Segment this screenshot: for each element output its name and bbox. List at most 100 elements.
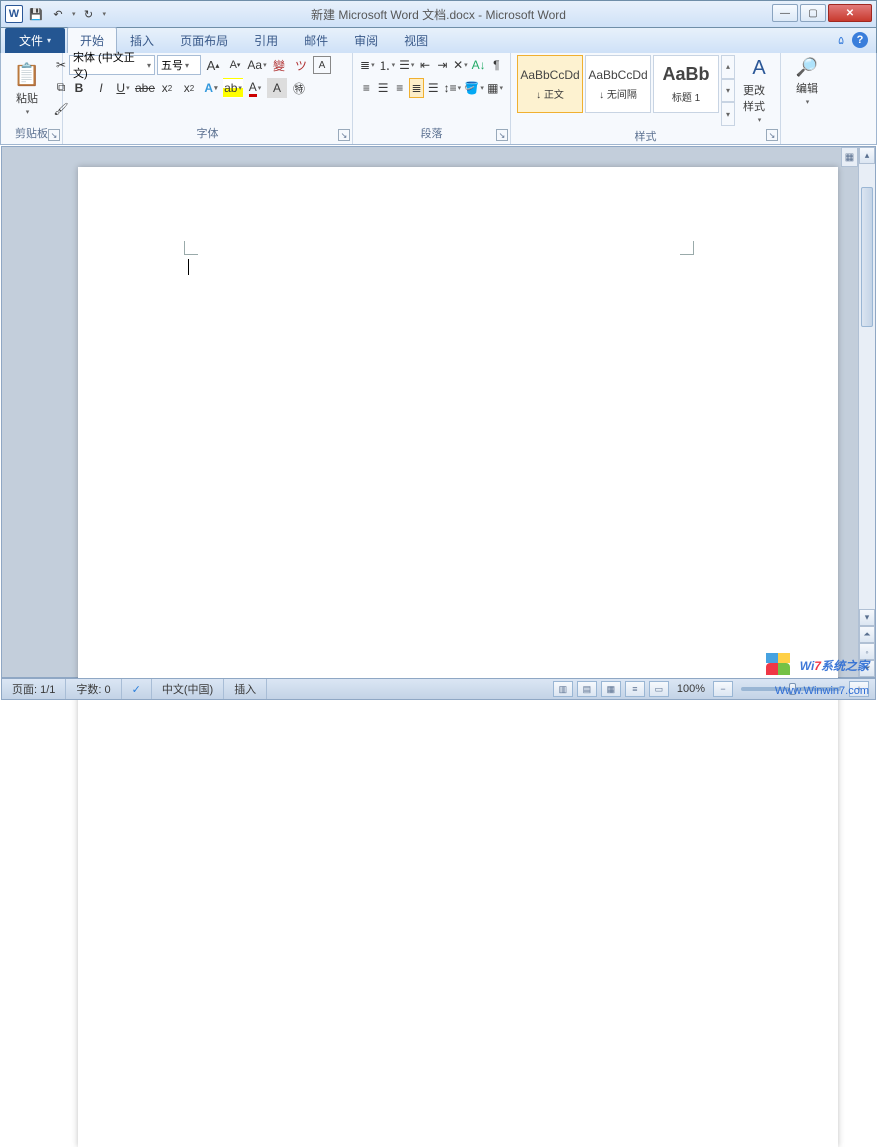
- paste-dropdown-icon[interactable]: ▾: [26, 108, 30, 116]
- shrink-font-icon[interactable]: A▾: [225, 55, 245, 75]
- zoom-out-icon[interactable]: −: [713, 681, 733, 697]
- ruler-toggle-icon[interactable]: ▦: [841, 147, 858, 167]
- document-page[interactable]: [78, 167, 838, 1147]
- font-size-combo[interactable]: 五号▾: [157, 55, 201, 75]
- file-tab[interactable]: 文件: [5, 28, 65, 53]
- decrease-indent-icon[interactable]: ⇤: [417, 55, 432, 75]
- view-full-screen-icon[interactable]: ▤: [577, 681, 597, 697]
- strikethrough-icon[interactable]: abe: [135, 78, 155, 98]
- bullets-icon[interactable]: ≣▾: [359, 55, 376, 75]
- text-effects-icon[interactable]: A▾: [201, 78, 221, 98]
- close-button[interactable]: ✕: [828, 4, 872, 22]
- editing-group-label: [787, 139, 819, 144]
- paragraph-launcher-icon[interactable]: ↘: [496, 129, 508, 141]
- asian-layout-icon[interactable]: ✕▾: [452, 55, 469, 75]
- subscript-icon[interactable]: x2: [157, 78, 177, 98]
- align-left-icon[interactable]: ≡: [359, 78, 374, 98]
- tab-page-layout[interactable]: 页面布局: [167, 27, 241, 53]
- multilevel-list-icon[interactable]: ☰▾: [398, 55, 415, 75]
- grow-font-icon[interactable]: A▴: [203, 55, 223, 75]
- next-page-icon[interactable]: ⏷: [859, 660, 875, 677]
- character-border-icon[interactable]: A: [313, 56, 331, 74]
- minimize-ribbon-icon[interactable]: ۵: [838, 34, 844, 47]
- styles-launcher-icon[interactable]: ↘: [766, 129, 778, 141]
- styles-down-icon[interactable]: ▾: [721, 79, 735, 103]
- character-shading-icon[interactable]: A: [267, 78, 287, 98]
- group-font: 宋体 (中文正文)▾ 五号▾ A▴ A▾ Aa▾ 變 ツ A B I U▾ ab…: [63, 53, 353, 144]
- tab-mailings[interactable]: 邮件: [291, 27, 341, 53]
- line-spacing-icon[interactable]: ↕≡▾: [443, 78, 463, 98]
- redo-icon[interactable]: ↻: [80, 5, 98, 23]
- paste-label: 粘贴: [16, 90, 38, 106]
- phonetic-guide-icon[interactable]: 變: [269, 55, 289, 75]
- tab-review[interactable]: 审阅: [341, 27, 391, 53]
- font-family-combo[interactable]: 宋体 (中文正文)▾: [69, 55, 155, 75]
- undo-icon[interactable]: ↶: [49, 5, 67, 23]
- justify-icon[interactable]: ≣: [409, 78, 424, 98]
- editing-button[interactable]: 🔎 编辑 ▾: [787, 55, 827, 108]
- save-icon[interactable]: 💾: [27, 5, 45, 23]
- show-hide-icon[interactable]: ¶: [489, 55, 504, 75]
- view-draft-icon[interactable]: ▭: [649, 681, 669, 697]
- styles-up-icon[interactable]: ▴: [721, 55, 735, 79]
- editing-dropdown-icon[interactable]: ▾: [806, 98, 810, 106]
- sort-icon[interactable]: A↓: [471, 55, 487, 75]
- tab-references[interactable]: 引用: [241, 27, 291, 53]
- minimize-button[interactable]: —: [772, 4, 798, 22]
- change-case-icon[interactable]: Aa▾: [247, 55, 267, 75]
- change-styles-button[interactable]: A 更改样式 ▾: [739, 55, 779, 126]
- group-styles: AaBbCcDd ↓ 正文 AaBbCcDd ↓ 无间隔 AaBb 标题 1 ▴…: [511, 53, 781, 144]
- paste-button[interactable]: 📋 粘贴 ▾: [7, 55, 47, 123]
- help-icon[interactable]: ?: [852, 32, 868, 48]
- view-web-layout-icon[interactable]: ▦: [601, 681, 621, 697]
- style-normal[interactable]: AaBbCcDd ↓ 正文: [517, 55, 583, 113]
- enclose-characters-icon[interactable]: ㊕: [289, 78, 309, 98]
- word-icon[interactable]: W: [5, 5, 23, 23]
- distributed-icon[interactable]: ☰: [426, 78, 441, 98]
- qat-customize-icon[interactable]: ▾: [103, 10, 107, 18]
- status-language[interactable]: 中文(中国): [152, 679, 224, 699]
- font-color-icon[interactable]: A▾: [245, 78, 265, 98]
- underline-icon[interactable]: U▾: [113, 78, 133, 98]
- zoom-level[interactable]: 100%: [677, 683, 705, 695]
- style-heading-1[interactable]: AaBb 标题 1: [653, 55, 719, 113]
- change-styles-icon: A: [752, 57, 765, 80]
- clear-formatting-icon[interactable]: ツ: [291, 55, 311, 75]
- scroll-thumb[interactable]: [861, 187, 873, 327]
- view-outline-icon[interactable]: ≡: [625, 681, 645, 697]
- status-page[interactable]: 页面: 1/1: [2, 679, 66, 699]
- tab-view[interactable]: 视图: [391, 27, 441, 53]
- shading-icon[interactable]: 🪣▾: [464, 78, 484, 98]
- borders-icon[interactable]: ▦▾: [486, 78, 504, 98]
- paragraph-group-label: 段落: [359, 123, 504, 144]
- maximize-button[interactable]: ▢: [800, 4, 826, 22]
- view-print-layout-icon[interactable]: ▥: [553, 681, 573, 697]
- browse-object-icon[interactable]: ◦: [859, 643, 875, 660]
- bold-icon[interactable]: B: [69, 78, 89, 98]
- align-right-icon[interactable]: ≡: [392, 78, 407, 98]
- align-center-icon[interactable]: ☰: [376, 78, 391, 98]
- change-styles-dropdown-icon[interactable]: ▾: [758, 116, 762, 124]
- increase-indent-icon[interactable]: ⇥: [435, 55, 450, 75]
- styles-gallery[interactable]: AaBbCcDd ↓ 正文 AaBbCcDd ↓ 无间隔 AaBb 标题 1 ▴…: [517, 55, 735, 126]
- font-launcher-icon[interactable]: ↘: [338, 129, 350, 141]
- highlight-icon[interactable]: ab▾: [223, 78, 243, 98]
- scroll-up-icon[interactable]: ▴: [859, 147, 875, 164]
- vertical-scrollbar[interactable]: ▴ ▾ ⏶ ◦ ⏷: [858, 147, 875, 677]
- style-heading-1-preview: AaBb: [662, 64, 709, 85]
- font-size-value: 五号: [161, 57, 183, 73]
- style-no-spacing-preview: AaBbCcDd: [588, 68, 647, 82]
- clipboard-launcher-icon[interactable]: ↘: [48, 129, 60, 141]
- styles-more-icon[interactable]: ▾: [721, 102, 735, 126]
- style-no-spacing[interactable]: AaBbCcDd ↓ 无间隔: [585, 55, 651, 113]
- scroll-down-icon[interactable]: ▾: [859, 609, 875, 626]
- italic-icon[interactable]: I: [91, 78, 111, 98]
- numbering-icon[interactable]: ⒈▾: [378, 55, 397, 75]
- status-words[interactable]: 字数: 0: [66, 679, 121, 699]
- status-insert-mode[interactable]: 插入: [224, 679, 267, 699]
- undo-dropdown-icon[interactable]: ▾: [72, 10, 76, 18]
- margin-marker-top-left: [184, 241, 198, 255]
- status-proof[interactable]: ✓: [122, 679, 152, 699]
- superscript-icon[interactable]: x2: [179, 78, 199, 98]
- prev-page-icon[interactable]: ⏶: [859, 626, 875, 643]
